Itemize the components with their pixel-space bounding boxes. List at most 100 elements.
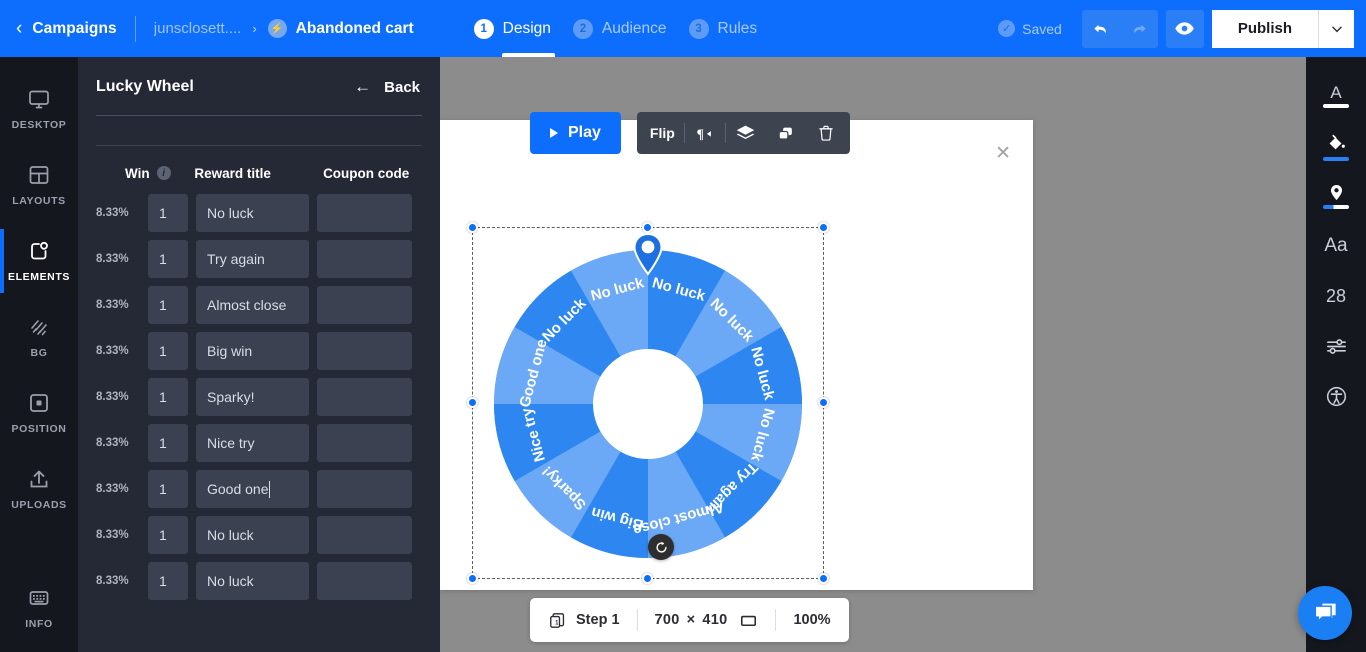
sidebar-item-position[interactable]: POSITION	[0, 375, 78, 451]
column-header-reward-title: Reward title	[194, 166, 315, 181]
win-count-input[interactable]	[148, 424, 188, 462]
redo-button[interactable]	[1120, 10, 1158, 48]
resize-handle-top-right[interactable]	[818, 222, 829, 233]
resize-handle-bottom-center[interactable]	[642, 573, 653, 584]
sidebar-item-bg[interactable]: BG	[0, 299, 78, 375]
layers-button[interactable]	[726, 112, 766, 154]
step-label-rules: Rules	[718, 20, 758, 38]
breadcrumb-divider	[135, 16, 136, 42]
coupon-code-input[interactable]	[317, 286, 412, 324]
breadcrumb-campaigns[interactable]: Campaigns	[32, 20, 116, 38]
table-row: 8.33%Sparky!	[96, 378, 422, 416]
sidebar-label-uploads: UPLOADS	[11, 499, 67, 511]
resize-handle-middle-left[interactable]	[467, 397, 478, 408]
publish-button[interactable]: Publish	[1212, 10, 1318, 48]
border-color-swatch	[1323, 205, 1349, 209]
landscape-icon[interactable]	[739, 611, 758, 630]
align-button[interactable]: ¶	[685, 112, 725, 154]
coupon-code-input[interactable]	[317, 470, 412, 508]
reward-title-input[interactable]: No luck	[196, 194, 309, 232]
reward-title-input[interactable]: Big win	[196, 332, 309, 370]
sidebar-label-bg: BG	[31, 347, 48, 359]
canvas-dimensions[interactable]: 700 × 410	[655, 611, 759, 630]
resize-handle-bottom-right[interactable]	[818, 573, 829, 584]
chat-bubble-button[interactable]	[1298, 586, 1352, 640]
font-size-button[interactable]: 28	[1306, 271, 1366, 321]
sidebar-item-layouts[interactable]: LAYOUTS	[0, 147, 78, 223]
close-icon[interactable]: ✕	[995, 144, 1011, 163]
back-button[interactable]: ← Back	[354, 77, 420, 97]
win-count-input[interactable]	[148, 240, 188, 278]
publish-dropdown-button[interactable]	[1318, 10, 1354, 48]
left-icon-rail: DESKTOP LAYOUTS ELEMENTS BG	[0, 57, 78, 652]
font-family-button[interactable]: Aa	[1306, 221, 1366, 271]
sidebar-item-desktop[interactable]: DESKTOP	[0, 71, 78, 147]
redo-icon	[1129, 19, 1149, 39]
border-color-button[interactable]	[1306, 171, 1366, 221]
reward-title-input[interactable]: Try again	[196, 240, 309, 278]
win-count-input[interactable]	[148, 332, 188, 370]
settings-sliders-button[interactable]	[1306, 321, 1366, 371]
resize-handle-middle-right[interactable]	[818, 397, 829, 408]
resize-handle-top-left[interactable]	[467, 222, 478, 233]
win-count-input[interactable]	[148, 470, 188, 508]
zoom-level[interactable]: 100%	[793, 612, 830, 628]
tab-audience[interactable]: 2 Audience	[573, 0, 667, 57]
step-indicator[interactable]: 1 Step 1	[548, 611, 620, 630]
paragraph-align-icon: ¶	[695, 124, 714, 143]
win-info-icon[interactable]: i	[157, 166, 171, 180]
delete-button[interactable]	[806, 112, 846, 154]
reward-title-input[interactable]: No luck	[196, 562, 309, 600]
sidebar-item-uploads[interactable]: UPLOADS	[0, 451, 78, 527]
text-color-button[interactable]: A	[1306, 71, 1366, 121]
preview-button[interactable]	[1166, 10, 1204, 48]
sidebar-item-info[interactable]: INFO	[0, 570, 78, 646]
reward-probability: 8.33%	[96, 253, 148, 265]
win-count-input[interactable]	[148, 194, 188, 232]
coupon-code-input[interactable]	[317, 516, 412, 554]
saved-check-icon: ✓	[998, 20, 1015, 37]
reward-title-input[interactable]: Almost close	[196, 286, 309, 324]
breadcrumb-campaign-name: Abandoned cart	[296, 20, 414, 38]
reward-probability: 8.33%	[96, 345, 148, 357]
coupon-code-input[interactable]	[317, 562, 412, 600]
tab-rules[interactable]: 3 Rules	[689, 0, 758, 57]
win-count-input[interactable]	[148, 516, 188, 554]
coupon-code-input[interactable]	[317, 332, 412, 370]
undo-button[interactable]	[1082, 10, 1120, 48]
column-header-win: Win i	[125, 166, 186, 181]
play-button[interactable]: Play	[530, 112, 621, 154]
sidebar-label-position: POSITION	[12, 423, 67, 435]
status-separator-2	[775, 609, 776, 631]
selection-frame[interactable]	[472, 227, 824, 579]
saved-label: Saved	[1022, 21, 1062, 37]
accessibility-button[interactable]	[1306, 371, 1366, 421]
coupon-code-input[interactable]	[317, 240, 412, 278]
sidebar-item-elements[interactable]: ELEMENTS	[0, 223, 78, 299]
canvas-status-bar: 1 Step 1 700 × 410 100%	[530, 598, 849, 642]
reward-title-input[interactable]: Sparky!	[196, 378, 309, 416]
reward-title-input[interactable]: No luck	[196, 516, 309, 554]
coupon-code-input[interactable]	[317, 424, 412, 462]
breadcrumb-store[interactable]: junsclosett....	[154, 20, 242, 37]
reward-title-input[interactable]: Good one	[196, 470, 309, 508]
step-indicator-label: Step 1	[576, 612, 620, 628]
rotate-handle[interactable]	[648, 534, 674, 560]
coupon-code-input[interactable]	[317, 378, 412, 416]
tab-design[interactable]: 1 Design	[474, 0, 551, 57]
reward-title-input[interactable]: Nice try	[196, 424, 309, 462]
right-icon-rail: A Aa 28	[1306, 57, 1366, 652]
hatch-icon	[27, 315, 51, 339]
win-count-input[interactable]	[148, 286, 188, 324]
resize-handle-bottom-left[interactable]	[467, 573, 478, 584]
publish-group: Publish	[1212, 10, 1354, 48]
flip-button[interactable]: Flip	[641, 112, 684, 154]
win-count-input[interactable]	[148, 378, 188, 416]
reward-probability: 8.33%	[96, 483, 148, 495]
fill-color-button[interactable]	[1306, 121, 1366, 171]
win-count-input[interactable]	[148, 562, 188, 600]
coupon-code-input[interactable]	[317, 194, 412, 232]
back-chevron-icon[interactable]: ‹	[16, 19, 22, 38]
position-icon	[27, 391, 51, 415]
duplicate-button[interactable]	[766, 112, 806, 154]
